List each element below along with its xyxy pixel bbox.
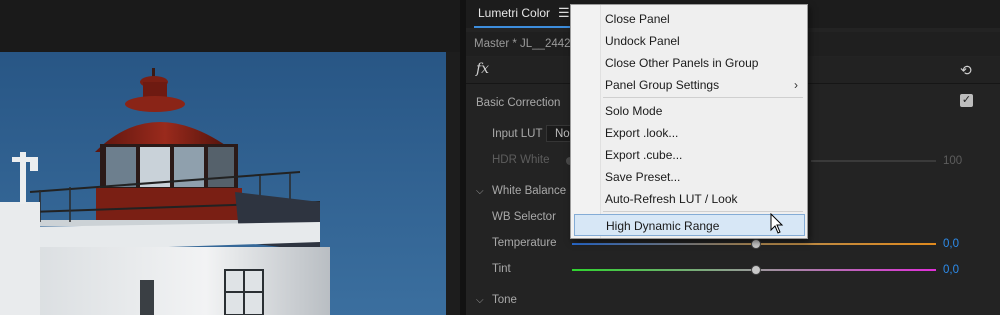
menu-item-auto-refresh-lut[interactable]: Auto-Refresh LUT / Look	[600, 188, 806, 210]
menu-item-label: Panel Group Settings	[605, 78, 720, 92]
tone-label[interactable]: Tone	[492, 294, 517, 306]
hdr-white-value: 100	[943, 155, 963, 167]
tint-label: Tint	[492, 263, 511, 275]
hdr-white-slider	[811, 160, 936, 162]
temperature-handle[interactable]	[751, 239, 761, 249]
white-balance-label[interactable]: White Balance	[492, 185, 566, 197]
monitor-top-bar	[0, 0, 460, 52]
menu-separator	[603, 211, 803, 212]
fx-icon[interactable]: fx	[476, 61, 489, 77]
master-clip-label: Master * JL__2442(	[474, 38, 575, 50]
menu-separator	[603, 97, 803, 98]
panel-context-menu: Close Panel Undock Panel Close Other Pan…	[570, 4, 808, 239]
input-lut-label: Input LUT	[492, 128, 543, 140]
temperature-label: Temperature	[492, 237, 557, 249]
menu-item-undock-panel[interactable]: Undock Panel	[600, 30, 806, 52]
tab-lumetri-color[interactable]: Lumetri Color ☰	[474, 0, 574, 28]
tab-title: Lumetri Color	[478, 6, 551, 20]
wb-selector-label: WB Selector	[492, 211, 556, 223]
basic-correction-label[interactable]: Basic Correction	[476, 97, 560, 109]
hamburger-menu-icon[interactable]: ☰	[558, 5, 570, 21]
temperature-value[interactable]: 0,0	[943, 238, 959, 250]
tone-chevron-icon[interactable]: ⌵	[476, 295, 484, 306]
menu-item-close-other-panels[interactable]: Close Other Panels in Group	[600, 52, 806, 74]
hdr-white-label: HDR White	[492, 154, 550, 166]
menu-item-solo-mode[interactable]: Solo Mode	[600, 100, 806, 122]
menu-item-panel-group-settings[interactable]: Panel Group Settings ›	[600, 74, 806, 96]
tint-handle[interactable]	[751, 265, 761, 275]
menu-item-export-look[interactable]: Export .look...	[600, 122, 806, 144]
reset-icon[interactable]: ⟲	[960, 62, 972, 79]
basic-correction-checkbox[interactable]: ✓	[960, 94, 973, 107]
lighthouse-image	[0, 52, 446, 315]
menu-icon-gutter	[571, 5, 601, 238]
menu-item-export-cube[interactable]: Export .cube...	[600, 144, 806, 166]
mouse-cursor-icon	[770, 213, 784, 234]
menu-item-save-preset[interactable]: Save Preset...	[600, 166, 806, 188]
tint-value[interactable]: 0,0	[943, 264, 959, 276]
menu-item-close-panel[interactable]: Close Panel	[600, 8, 806, 30]
white-balance-chevron-icon[interactable]: ⌵	[476, 186, 484, 197]
submenu-arrow-icon: ›	[794, 78, 798, 92]
program-monitor-frame[interactable]	[0, 52, 446, 315]
